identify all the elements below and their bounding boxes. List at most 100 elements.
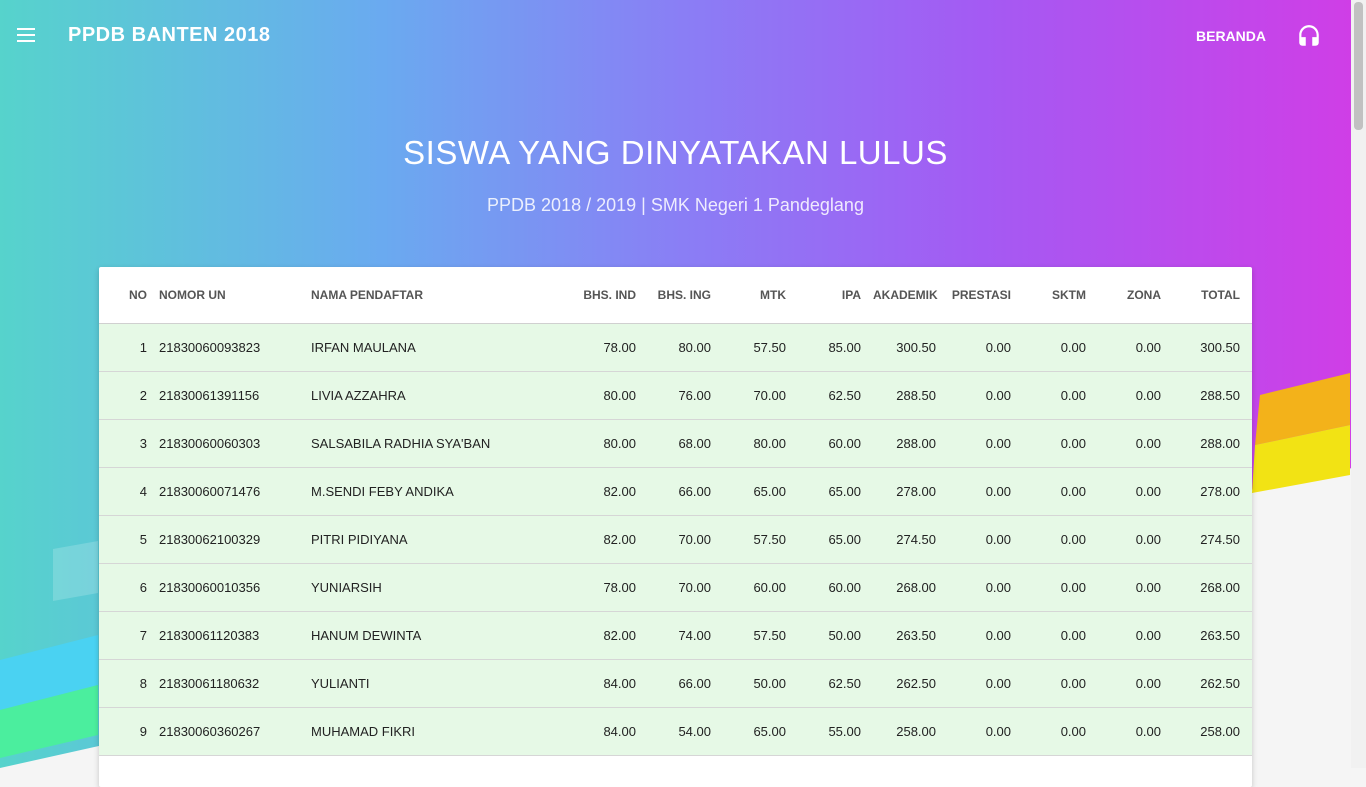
table-cell: 57.50 (723, 611, 798, 660)
table-cell: 65.00 (798, 467, 873, 516)
table-cell: 300.50 (873, 323, 948, 372)
table-cell: 274.50 (873, 515, 948, 564)
table-cell: 8 (99, 659, 159, 708)
table-cell: 268.00 (1173, 563, 1252, 612)
table-cell: 21830060060303 (159, 419, 311, 468)
table-cell: SALSABILA RADHIA SYA'BAN (311, 419, 566, 468)
table-cell: MUHAMAD FIKRI (311, 707, 566, 756)
results-table: NO NOMOR UN NAMA PENDAFTAR BHS. IND BHS. ING… (99, 267, 1252, 756)
table-cell: 60.00 (798, 563, 873, 612)
page-title: SISWA YANG DINYATAKAN LULUS (403, 134, 948, 171)
table-row: 2 21830061391156 LIVIA AZZAHRA 80.00 76.00 70… (99, 371, 1252, 420)
table-row: 6 21830060010356 YUNIARSIH 78.00 70.00 60.00 6… (99, 563, 1252, 612)
table-cell: 50.00 (723, 659, 798, 708)
table-cell: 0.00 (1098, 419, 1173, 468)
column-header: IPA (798, 267, 873, 324)
table-cell: 21830061180632 (159, 659, 311, 708)
table-cell: 62.50 (798, 659, 873, 708)
column-header: TOTAL (1173, 267, 1252, 324)
table-cell: 76.00 (648, 371, 723, 420)
table-cell: YULIANTI (311, 659, 566, 708)
table-cell: 54.00 (648, 707, 723, 756)
decor-ghost-box (53, 541, 98, 601)
table-cell: 70.00 (648, 515, 723, 564)
table-cell: 80.00 (566, 419, 648, 468)
table-row: 3 21830060060303 SALSABILA RADHIA SYA'BAN 8… (99, 419, 1252, 468)
table-cell: 21830060360267 (159, 707, 311, 756)
table-cell: 5 (99, 515, 159, 564)
table-cell: 288.50 (873, 371, 948, 420)
table-cell: 57.50 (723, 515, 798, 564)
column-header: MTK (723, 267, 798, 324)
brand-title[interactable]: PPDB BANTEN 2018 (68, 24, 271, 47)
column-header: BHS. ING (648, 267, 723, 324)
table-cell: 78.00 (566, 563, 648, 612)
table-cell: 70.00 (648, 563, 723, 612)
table-cell: 0.00 (948, 563, 1023, 612)
table-row: 1 21830060093823 IRFAN MAULANA 78.00 80.00 57… (99, 323, 1252, 372)
table-cell: 288.00 (873, 419, 948, 468)
table-row: 7 21830061120383 HANUM DEWINTA 82.00 74.00 57… (99, 611, 1252, 660)
table-cell: 258.00 (1173, 707, 1252, 756)
table-cell: 0.00 (948, 515, 1023, 564)
table-cell: 0.00 (948, 371, 1023, 420)
table-cell: 70.00 (723, 371, 798, 420)
table-cell: 263.50 (1173, 611, 1252, 660)
table-cell: 262.50 (873, 659, 948, 708)
table-cell: 50.00 (798, 611, 873, 660)
headset-icon[interactable] (1296, 23, 1322, 49)
table-cell: 62.50 (798, 371, 873, 420)
table-cell: 55.00 (798, 707, 873, 756)
column-header: BHS. IND (566, 267, 648, 324)
table-cell: 82.00 (566, 515, 648, 564)
table-cell: 0.00 (948, 707, 1023, 756)
table-cell: 0.00 (1098, 371, 1173, 420)
table-cell: 278.00 (1173, 467, 1252, 516)
table-cell: PITRI PIDIYANA (311, 515, 566, 564)
table-cell: 66.00 (648, 659, 723, 708)
table-cell: 21830060071476 (159, 467, 311, 516)
column-header: NOMOR UN (159, 267, 311, 324)
column-header: NAMA PENDAFTAR (311, 267, 566, 324)
table-cell: 60.00 (723, 563, 798, 612)
table-cell: LIVIA AZZAHRA (311, 371, 566, 420)
table-cell: 82.00 (566, 611, 648, 660)
table-cell: 65.00 (723, 707, 798, 756)
table-cell: 66.00 (648, 467, 723, 516)
table-cell: 21830061391156 (159, 371, 311, 420)
table-cell: 0.00 (1023, 419, 1098, 468)
table-cell: 65.00 (723, 467, 798, 516)
table-row: 5 21830062100329 PITRI PIDIYANA 82.00 70.00 5… (99, 515, 1252, 564)
table-cell: 288.50 (1173, 371, 1252, 420)
table-cell: IRFAN MAULANA (311, 323, 566, 372)
page-scrollbar[interactable] (1351, 0, 1366, 768)
table-cell: 0.00 (948, 659, 1023, 708)
nav-beranda-link[interactable]: BERANDA (1196, 28, 1266, 44)
menu-icon[interactable] (17, 28, 35, 42)
table-cell: 0.00 (1098, 659, 1173, 708)
table-cell: 84.00 (566, 659, 648, 708)
column-header: SKTM (1023, 267, 1098, 324)
page-subtitle: PPDB 2018 / 2019 | SMK Negeri 1 Pandegla… (487, 195, 864, 215)
table-cell: 85.00 (798, 323, 873, 372)
table-cell: 65.00 (798, 515, 873, 564)
table-cell: 7 (99, 611, 159, 660)
table-cell: 2 (99, 371, 159, 420)
table-cell: 0.00 (1098, 323, 1173, 372)
table-cell: 268.00 (873, 563, 948, 612)
column-header: PRESTASI (948, 267, 1023, 324)
results-table-card: NO NOMOR UN NAMA PENDAFTAR BHS. IND BHS. ING… (99, 267, 1252, 787)
table-cell: 84.00 (566, 707, 648, 756)
table-cell: 0.00 (948, 323, 1023, 372)
table-cell: 68.00 (648, 419, 723, 468)
table-cell: 0.00 (1098, 515, 1173, 564)
table-cell: M.SENDI FEBY ANDIKA (311, 467, 566, 516)
table-cell: 263.50 (873, 611, 948, 660)
table-cell: 262.50 (1173, 659, 1252, 708)
scrollbar-thumb[interactable] (1354, 2, 1363, 130)
table-row: 4 21830060071476 M.SENDI FEBY ANDIKA 82.00 6… (99, 467, 1252, 516)
table-cell: 6 (99, 563, 159, 612)
table-cell: 57.50 (723, 323, 798, 372)
table-cell: 80.00 (566, 371, 648, 420)
table-cell: 0.00 (1098, 563, 1173, 612)
